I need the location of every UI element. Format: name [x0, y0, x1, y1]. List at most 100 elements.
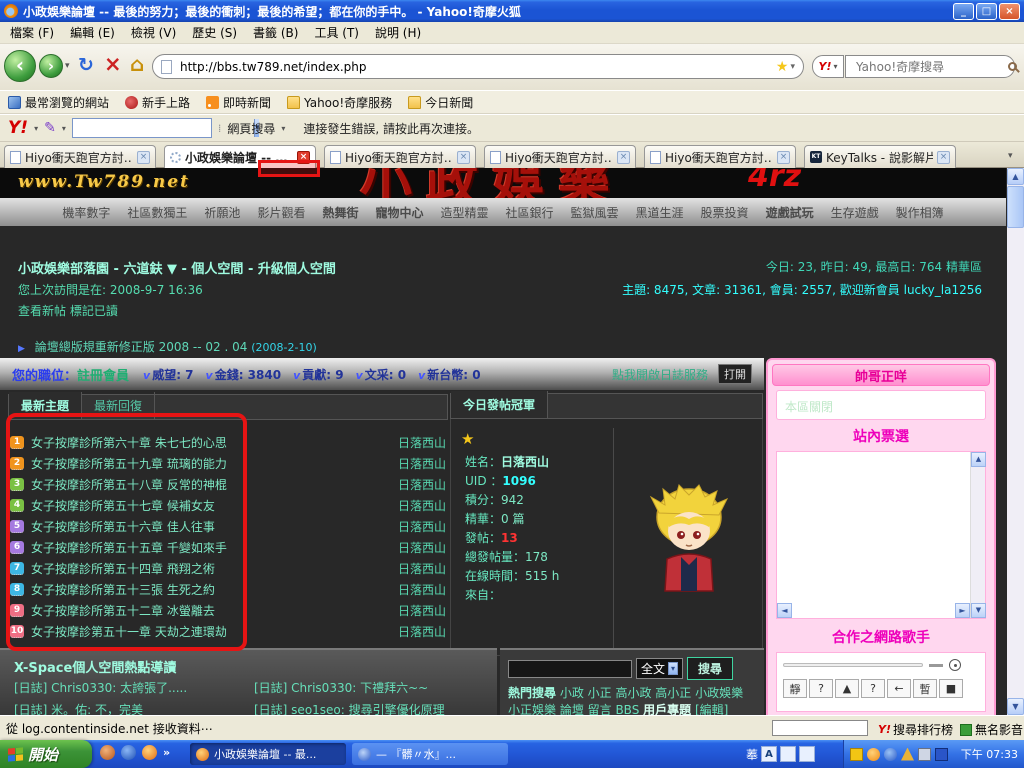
- firefox-quicklaunch-icon[interactable]: [142, 745, 157, 760]
- hot-terms[interactable]: 小正娛樂 論壇 留言 BBS: [508, 703, 639, 715]
- tab-overflow-icon[interactable]: ▾: [1008, 151, 1013, 161]
- bookmark-most-visited[interactable]: 最常瀏覽的網站: [8, 94, 109, 111]
- tab-close-icon[interactable]: ×: [777, 151, 790, 164]
- site-nav-link[interactable]: 製作相簿: [896, 204, 944, 221]
- tab-3[interactable]: Hiyo衝天跑官方討… ×: [324, 145, 476, 168]
- site-nav-link[interactable]: 寵物中心: [375, 204, 423, 221]
- quick-launch-more-icon[interactable]: »: [163, 746, 170, 759]
- quick-launch-icon[interactable]: [100, 745, 115, 760]
- app-tray-icon[interactable]: [935, 748, 948, 761]
- start-button[interactable]: 開始: [0, 740, 92, 768]
- history-dropdown-icon[interactable]: ▾: [65, 61, 70, 71]
- slider-knob[interactable]: [929, 664, 943, 667]
- topic-author-link[interactable]: 日落西山: [398, 602, 446, 619]
- forum-search-button[interactable]: 搜尋: [687, 657, 733, 680]
- player-button[interactable]: ←: [887, 679, 911, 698]
- announcement-text[interactable]: 論壇總版規重新修正版 2008 -- 02 . 04: [35, 340, 248, 354]
- pencil-icon[interactable]: ✎: [44, 120, 56, 136]
- connection-error-text[interactable]: 連接發生錯誤, 請按此再次連接。: [303, 120, 479, 137]
- topic-author-link[interactable]: 日落西山: [398, 455, 446, 472]
- forward-button[interactable]: ›: [39, 54, 63, 78]
- poll-scrollbar[interactable]: ▲ ▼: [970, 452, 985, 618]
- url-input[interactable]: [178, 59, 774, 75]
- site-nav-link[interactable]: 熱舞街: [322, 204, 358, 221]
- topic-author-link[interactable]: 日落西山: [398, 476, 446, 493]
- security-tray-icon[interactable]: [901, 748, 914, 761]
- search-engine-button[interactable]: Y! ▾: [812, 55, 844, 78]
- player-button[interactable]: ?: [809, 679, 833, 698]
- web-search-label[interactable]: 網頁搜尋: [227, 120, 275, 137]
- xspace-entry-link[interactable]: [日誌] 米。佑: 不，完美: [14, 701, 254, 715]
- site-nav-link[interactable]: 遊戲試玩: [766, 204, 814, 221]
- journal-open-button[interactable]: 打開: [718, 364, 752, 384]
- menu-item[interactable]: 檔案 (F): [10, 24, 54, 41]
- mail-tray-icon[interactable]: [850, 748, 863, 761]
- msn-tray-icon[interactable]: [884, 748, 897, 761]
- yahoo-rank-widget[interactable]: Y! 搜尋排行榜: [878, 721, 953, 738]
- menu-item[interactable]: 歷史 (S): [192, 24, 237, 41]
- bookmark-dropdown-icon[interactable]: ▾: [790, 62, 795, 72]
- site-nav-link[interactable]: 機率數字: [62, 204, 110, 221]
- pencil-dropdown-icon[interactable]: ▾: [62, 124, 66, 133]
- messenger-tray-icon[interactable]: [867, 748, 880, 761]
- scroll-down-icon[interactable]: ▼: [971, 603, 986, 618]
- refresh-button[interactable]: ↻: [78, 54, 94, 76]
- player-button[interactable]: ■: [939, 679, 963, 698]
- site-nav-link[interactable]: 社區數獨王: [127, 204, 187, 221]
- close-button[interactable]: [999, 3, 1020, 20]
- quick-launch-icon[interactable]: [121, 745, 136, 760]
- topic-author-link[interactable]: 日落西山: [398, 560, 446, 577]
- ime-pad-icon[interactable]: [799, 746, 815, 762]
- player-button[interactable]: 暫: [913, 679, 937, 698]
- site-nav-link[interactable]: 造型精靈: [440, 204, 488, 221]
- topic-author-link[interactable]: 日落西山: [398, 623, 446, 640]
- site-nav-link[interactable]: 生存遊戲: [831, 204, 879, 221]
- edit-link[interactable]: [編輯]: [695, 703, 728, 715]
- back-button[interactable]: ‹: [4, 50, 36, 82]
- site-nav-link[interactable]: 影片觀看: [257, 204, 305, 221]
- taskbar-task-messenger[interactable]: — 『髒〃水』...: [352, 743, 508, 765]
- search-input[interactable]: [854, 59, 1008, 75]
- announcement[interactable]: ▶ 論壇總版規重新修正版 2008 -- 02 . 04 (2008-2-10): [18, 338, 317, 355]
- page-scrollbar[interactable]: ▲ ▼: [1007, 168, 1024, 715]
- journal-service-link[interactable]: 點我開啟日誌服務: [612, 366, 708, 383]
- tab-close-icon[interactable]: ×: [937, 151, 950, 164]
- player-button[interactable]: ?: [861, 679, 885, 698]
- menu-item[interactable]: 檢視 (V): [131, 24, 176, 41]
- language-bar[interactable]: 菶 A: [742, 743, 819, 765]
- player-button[interactable]: 靜: [783, 679, 807, 698]
- topic-author-link[interactable]: 日落西山: [398, 539, 446, 556]
- search-bar[interactable]: [845, 55, 1015, 78]
- site-nav-link[interactable]: 祈願池: [204, 204, 240, 221]
- topic-author-link[interactable]: 日落西山: [398, 518, 446, 535]
- scroll-right-icon[interactable]: ►: [955, 603, 970, 618]
- forum-search-input[interactable]: [508, 660, 632, 678]
- scrollbar-thumb[interactable]: [1007, 186, 1024, 228]
- topic-author-link[interactable]: 日落西山: [398, 434, 446, 451]
- home-button[interactable]: ⌂: [130, 52, 144, 76]
- menu-item[interactable]: 編輯 (E): [70, 24, 115, 41]
- xspace-entry-link[interactable]: [日誌] seo1seo: 搜尋引擎優化原理: [254, 701, 479, 715]
- wretch-widget[interactable]: 無名影音: [960, 721, 1023, 738]
- xspace-entry-link[interactable]: [日誌] Chris0330: 太誇張了.....: [14, 679, 254, 696]
- breadcrumb[interactable]: 小政娛樂部落園 - 六道鈇 ▼ - 個人空間 - 升級個人空間: [18, 258, 336, 277]
- site-nav-link[interactable]: 社區銀行: [506, 204, 554, 221]
- scrollbar-up-icon[interactable]: ▲: [1007, 168, 1024, 185]
- bookmark-yahoo-services[interactable]: Yahoo!奇摩服務: [287, 94, 392, 111]
- search-scope-select[interactable]: 全文 ▾: [636, 658, 683, 679]
- yahoo-dropdown-icon[interactable]: ▾: [34, 124, 38, 133]
- tab-close-icon[interactable]: ×: [457, 151, 470, 164]
- site-nav-link[interactable]: 黑道生涯: [636, 204, 684, 221]
- taskbar-task-forum[interactable]: 小政娛樂論壇 -- 最...: [190, 743, 346, 765]
- xspace-entry-link[interactable]: [日誌] Chris0330: 下禮拜六~~: [254, 679, 479, 696]
- tab-1[interactable]: Hiyo衝天跑官方討… ×: [4, 145, 156, 168]
- ime-mode-icon[interactable]: A: [761, 746, 777, 762]
- topic-author-link[interactable]: 日落西山: [398, 581, 446, 598]
- forum-quick-links[interactable]: 查看新帖 標記已讀: [18, 302, 118, 319]
- ime-tool-icon[interactable]: [780, 746, 796, 762]
- tab-close-icon[interactable]: ×: [617, 151, 630, 164]
- tab-close-icon[interactable]: ×: [137, 151, 150, 164]
- yahoo-search-combo[interactable]: ▾: [72, 118, 212, 138]
- menu-item[interactable]: 工具 (T): [314, 24, 359, 41]
- stop-button[interactable]: ×: [104, 52, 122, 76]
